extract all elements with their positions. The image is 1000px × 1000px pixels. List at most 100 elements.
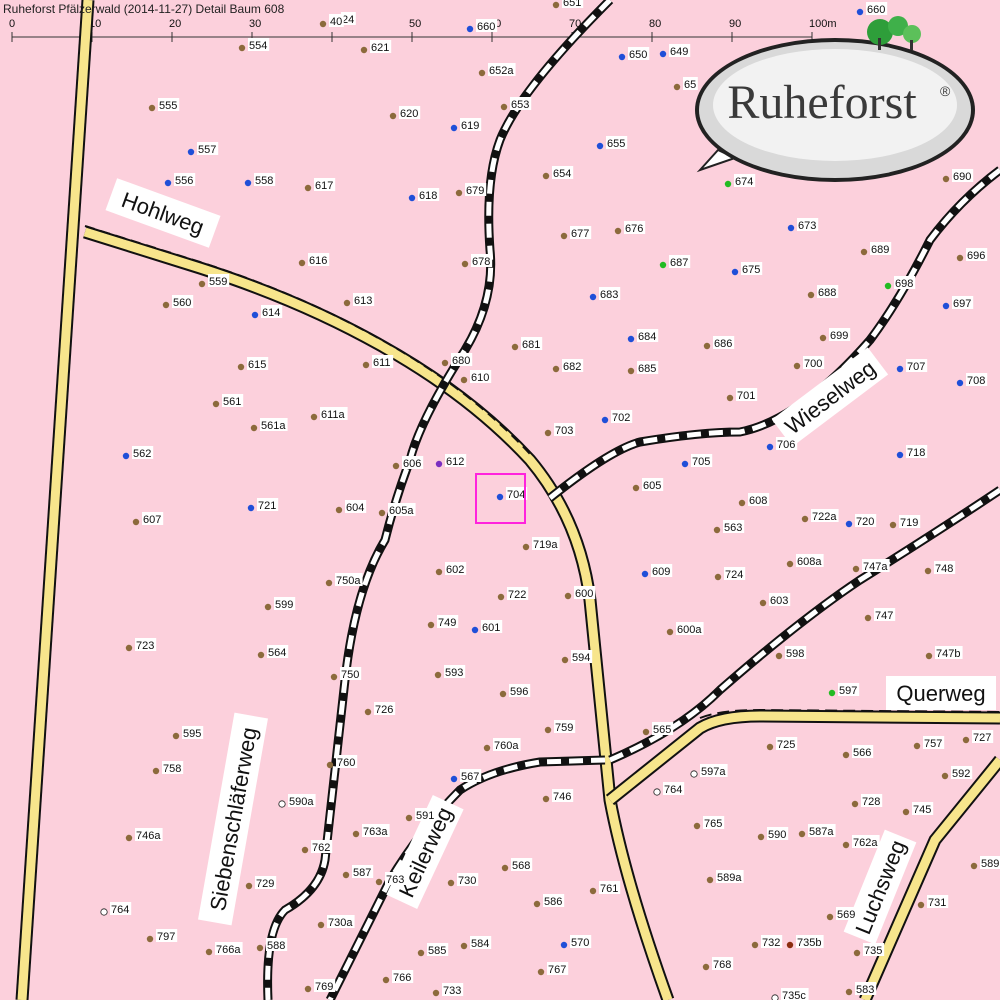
tree-marker[interactable] — [786, 560, 794, 568]
tree-marker[interactable] — [405, 814, 413, 822]
tree-marker[interactable] — [122, 452, 130, 460]
tree-marker[interactable] — [301, 846, 309, 854]
tree-marker[interactable] — [793, 362, 801, 370]
tree-marker[interactable] — [842, 841, 850, 849]
tree-marker[interactable] — [392, 462, 400, 470]
tree-marker[interactable] — [360, 46, 368, 54]
tree-marker[interactable] — [544, 429, 552, 437]
tree-marker[interactable] — [860, 248, 868, 256]
tree-marker[interactable] — [956, 254, 964, 262]
tree-marker[interactable] — [653, 788, 661, 796]
tree-marker[interactable] — [724, 180, 732, 188]
tree-marker[interactable] — [845, 520, 853, 528]
tree-marker[interactable] — [326, 761, 334, 769]
tree-marker[interactable] — [432, 989, 440, 997]
tree-marker[interactable] — [408, 194, 416, 202]
tree-marker[interactable] — [375, 878, 383, 886]
tree-marker[interactable] — [962, 736, 970, 744]
forest-map[interactable]: 0102030405060708090100m — [0, 0, 1000, 1000]
tree-marker[interactable] — [884, 282, 892, 290]
tree-marker[interactable] — [601, 416, 609, 424]
tree-marker[interactable] — [942, 302, 950, 310]
tree-marker[interactable] — [460, 942, 468, 950]
tree-marker[interactable] — [499, 690, 507, 698]
tree-marker[interactable] — [757, 833, 765, 841]
tree-marker[interactable] — [501, 864, 509, 872]
tree-marker[interactable] — [250, 424, 258, 432]
tree-marker[interactable] — [693, 822, 701, 830]
tree-marker[interactable] — [435, 568, 443, 576]
tree-marker[interactable] — [798, 830, 806, 838]
tree-marker[interactable] — [533, 900, 541, 908]
tree-marker[interactable] — [146, 935, 154, 943]
tree-marker[interactable] — [435, 460, 443, 468]
tree-marker[interactable] — [152, 767, 160, 775]
tree-marker[interactable] — [460, 376, 468, 384]
tree-marker[interactable] — [627, 367, 635, 375]
tree-marker[interactable] — [560, 232, 568, 240]
tree-marker[interactable] — [304, 985, 312, 993]
tree-marker[interactable] — [759, 599, 767, 607]
tree-marker[interactable] — [162, 301, 170, 309]
tree-marker[interactable] — [632, 484, 640, 492]
tree-marker[interactable] — [427, 621, 435, 629]
tree-marker[interactable] — [172, 732, 180, 740]
tree-marker[interactable] — [455, 189, 463, 197]
tree-marker[interactable] — [564, 592, 572, 600]
tree-marker[interactable] — [205, 948, 213, 956]
tree-marker[interactable] — [942, 175, 950, 183]
tree-marker[interactable] — [561, 656, 569, 664]
tree-marker[interactable] — [666, 628, 674, 636]
tree-marker[interactable] — [441, 359, 449, 367]
tree-marker[interactable] — [852, 565, 860, 573]
tree-marker[interactable] — [483, 744, 491, 752]
tree-marker[interactable] — [801, 515, 809, 523]
tree-marker[interactable] — [845, 988, 853, 996]
tree-marker[interactable] — [245, 882, 253, 890]
tree-marker[interactable] — [851, 800, 859, 808]
tree-marker[interactable] — [237, 363, 245, 371]
tree-marker[interactable] — [125, 644, 133, 652]
tree-marker[interactable] — [659, 261, 667, 269]
tree-marker[interactable] — [807, 291, 815, 299]
tree-marker[interactable] — [264, 603, 272, 611]
tree-marker-highlighted[interactable] — [738, 499, 746, 507]
tree-marker[interactable] — [450, 775, 458, 783]
tree-marker[interactable] — [913, 742, 921, 750]
tree-marker[interactable] — [853, 949, 861, 957]
tree-marker[interactable] — [542, 795, 550, 803]
tree-marker[interactable] — [496, 493, 504, 501]
tree-marker[interactable] — [726, 394, 734, 402]
tree-marker[interactable] — [902, 808, 910, 816]
tree-marker[interactable] — [766, 443, 774, 451]
tree-marker[interactable] — [889, 521, 897, 529]
tree-marker[interactable] — [771, 994, 779, 1000]
tree-marker[interactable] — [673, 83, 681, 91]
tree-marker[interactable] — [310, 413, 318, 421]
tree-marker[interactable] — [389, 112, 397, 120]
tree-marker[interactable] — [382, 976, 390, 984]
tree-marker[interactable] — [537, 968, 545, 976]
tree-marker[interactable] — [614, 227, 622, 235]
tree-marker[interactable] — [956, 379, 964, 387]
tree-marker[interactable] — [362, 361, 370, 369]
tree-marker[interactable] — [100, 908, 108, 916]
tree-marker[interactable] — [247, 504, 255, 512]
tree-marker[interactable] — [552, 365, 560, 373]
tree-marker[interactable] — [596, 142, 604, 150]
tree-marker[interactable] — [702, 963, 710, 971]
tree-marker[interactable] — [560, 941, 568, 949]
tree-marker[interactable] — [511, 343, 519, 351]
tree-marker[interactable] — [164, 179, 172, 187]
tree-marker[interactable] — [378, 509, 386, 517]
tree-marker[interactable] — [125, 834, 133, 842]
tree-marker[interactable] — [681, 460, 689, 468]
tree-marker[interactable] — [198, 280, 206, 288]
tree-marker[interactable] — [627, 335, 635, 343]
tree-marker[interactable] — [659, 50, 667, 58]
tree-marker[interactable] — [471, 626, 479, 634]
tree-marker[interactable] — [618, 53, 626, 61]
tree-marker[interactable] — [924, 567, 932, 575]
tree-marker[interactable] — [466, 25, 474, 33]
tree-marker[interactable] — [251, 311, 259, 319]
